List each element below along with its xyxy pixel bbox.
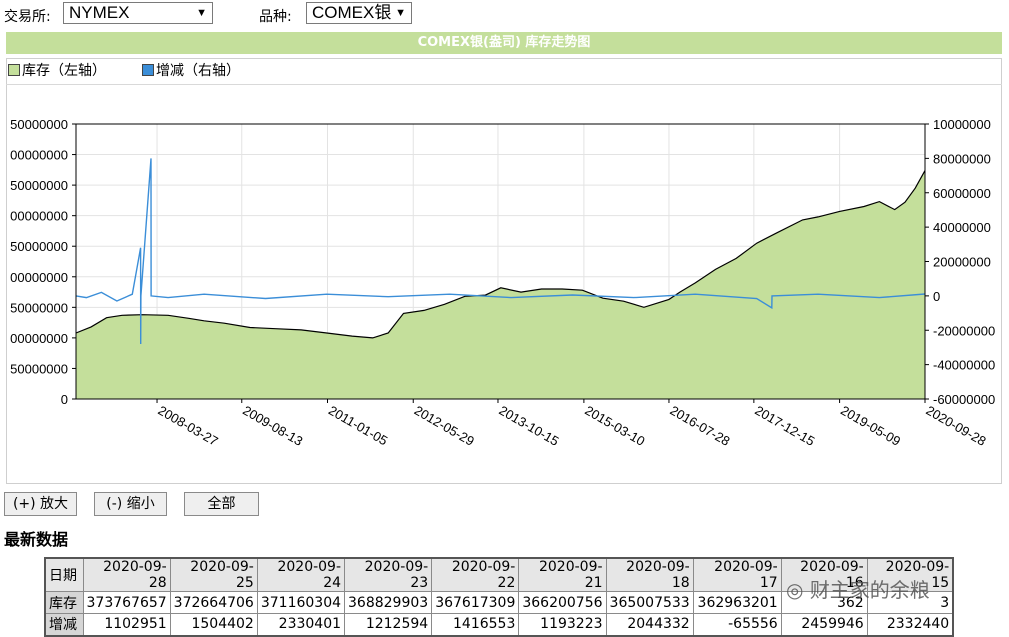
x-tick-label: 2008-03-27 — [156, 403, 221, 449]
left-tick-label: 0 — [61, 392, 68, 407]
table-cell: 2330401 — [256, 613, 346, 636]
table-cell: 367617309 — [431, 591, 520, 614]
table-cell: 1416553 — [431, 613, 520, 636]
row-label: 库存 — [44, 591, 84, 614]
table-cell: -65556 — [692, 613, 782, 636]
right-tick-label: 40000000 — [933, 220, 991, 235]
right-tick-label: -40000000 — [933, 358, 995, 373]
wechat-icon: ◎ — [786, 578, 804, 602]
right-tick-label: -20000000 — [933, 323, 995, 338]
row-label: 增减 — [44, 613, 84, 636]
x-tick-label: 2019-05-09 — [838, 403, 903, 449]
left-tick-label: 50000000 — [10, 361, 68, 376]
table-cell: 2459946 — [780, 613, 868, 636]
left-tick-label: 00000000 — [10, 270, 68, 285]
table-cell: 2020-09-18 — [605, 557, 694, 592]
table-cell: 2020-09-23 — [344, 557, 433, 592]
table-cell: 1212594 — [344, 613, 433, 636]
x-tick-label: 2012-05-29 — [412, 403, 477, 449]
table-cell: 366200756 — [518, 591, 607, 614]
table-cell: 365007533 — [605, 591, 694, 614]
table-cell: 2020-09-17 — [692, 557, 782, 592]
table-cell: 2044332 — [605, 613, 694, 636]
inventory-chart: 0 50000000 00000000 50000000 00000000 5000000… — [10, 117, 995, 449]
table-cell: 362963201 — [692, 591, 782, 614]
table-cell: 2020-09-25 — [169, 557, 258, 592]
show-all-button[interactable]: 全部 — [184, 492, 259, 516]
table-cell: 1102951 — [82, 613, 171, 636]
row-label: 日期 — [44, 557, 84, 592]
table-cell: 372664706 — [169, 591, 258, 614]
latest-data-title: 最新数据 — [4, 530, 69, 549]
table-cell: 373767657 — [82, 591, 171, 614]
x-tick-label: 2009-08-13 — [240, 403, 305, 449]
right-tick-label: 80000000 — [933, 151, 991, 166]
watermark-text: 财主家的余粮 — [809, 578, 930, 602]
left-tick-label: 50000000 — [10, 300, 68, 315]
chart-plot — [75, 158, 926, 399]
right-tick-label: 10000000 — [933, 117, 991, 132]
table-cell: 1193223 — [518, 613, 607, 636]
table-cell: 371160304 — [256, 591, 346, 614]
x-tick-label: 2015-03-10 — [582, 403, 647, 449]
left-tick-label: 50000000 — [10, 117, 68, 132]
change-row: 增减 1102951 1504402 2330401 1212594 1416553 119… — [44, 613, 954, 636]
x-tick-label: 2016-07-28 — [667, 403, 732, 449]
x-tick-label: 2013-10-15 — [496, 403, 561, 449]
right-tick-label: 60000000 — [933, 186, 991, 201]
right-tick-label: -60000000 — [933, 392, 995, 407]
left-tick-label: 00000000 — [10, 148, 68, 163]
table-cell: 2020-09-24 — [256, 557, 346, 592]
table-cell: 2020-09-28 — [82, 557, 171, 592]
x-tick-label: 2011-01-05 — [326, 403, 390, 449]
zoom-out-button[interactable]: (-) 缩小 — [94, 492, 167, 516]
x-tick-label: 2020-09-28 — [924, 403, 989, 449]
zoom-in-button[interactable]: (+) 放大 — [4, 492, 77, 516]
left-tick-label: 50000000 — [10, 178, 68, 193]
right-tick-label: 20000000 — [933, 255, 991, 270]
table-cell: 2332440 — [866, 613, 954, 636]
table-cell: 1504402 — [169, 613, 258, 636]
left-tick-label: 00000000 — [10, 331, 68, 346]
x-tick-label: 2017-12-15 — [752, 403, 817, 449]
stock-area — [76, 170, 925, 399]
left-tick-label: 50000000 — [10, 239, 68, 254]
table-cell: 368829903 — [344, 591, 433, 614]
left-tick-label: 00000000 — [10, 209, 68, 224]
right-tick-label: 0 — [933, 289, 940, 304]
watermark: ◎ 财主家的余粮 — [786, 574, 930, 603]
table-cell: 2020-09-21 — [518, 557, 607, 592]
table-cell: 2020-09-22 — [431, 557, 520, 592]
